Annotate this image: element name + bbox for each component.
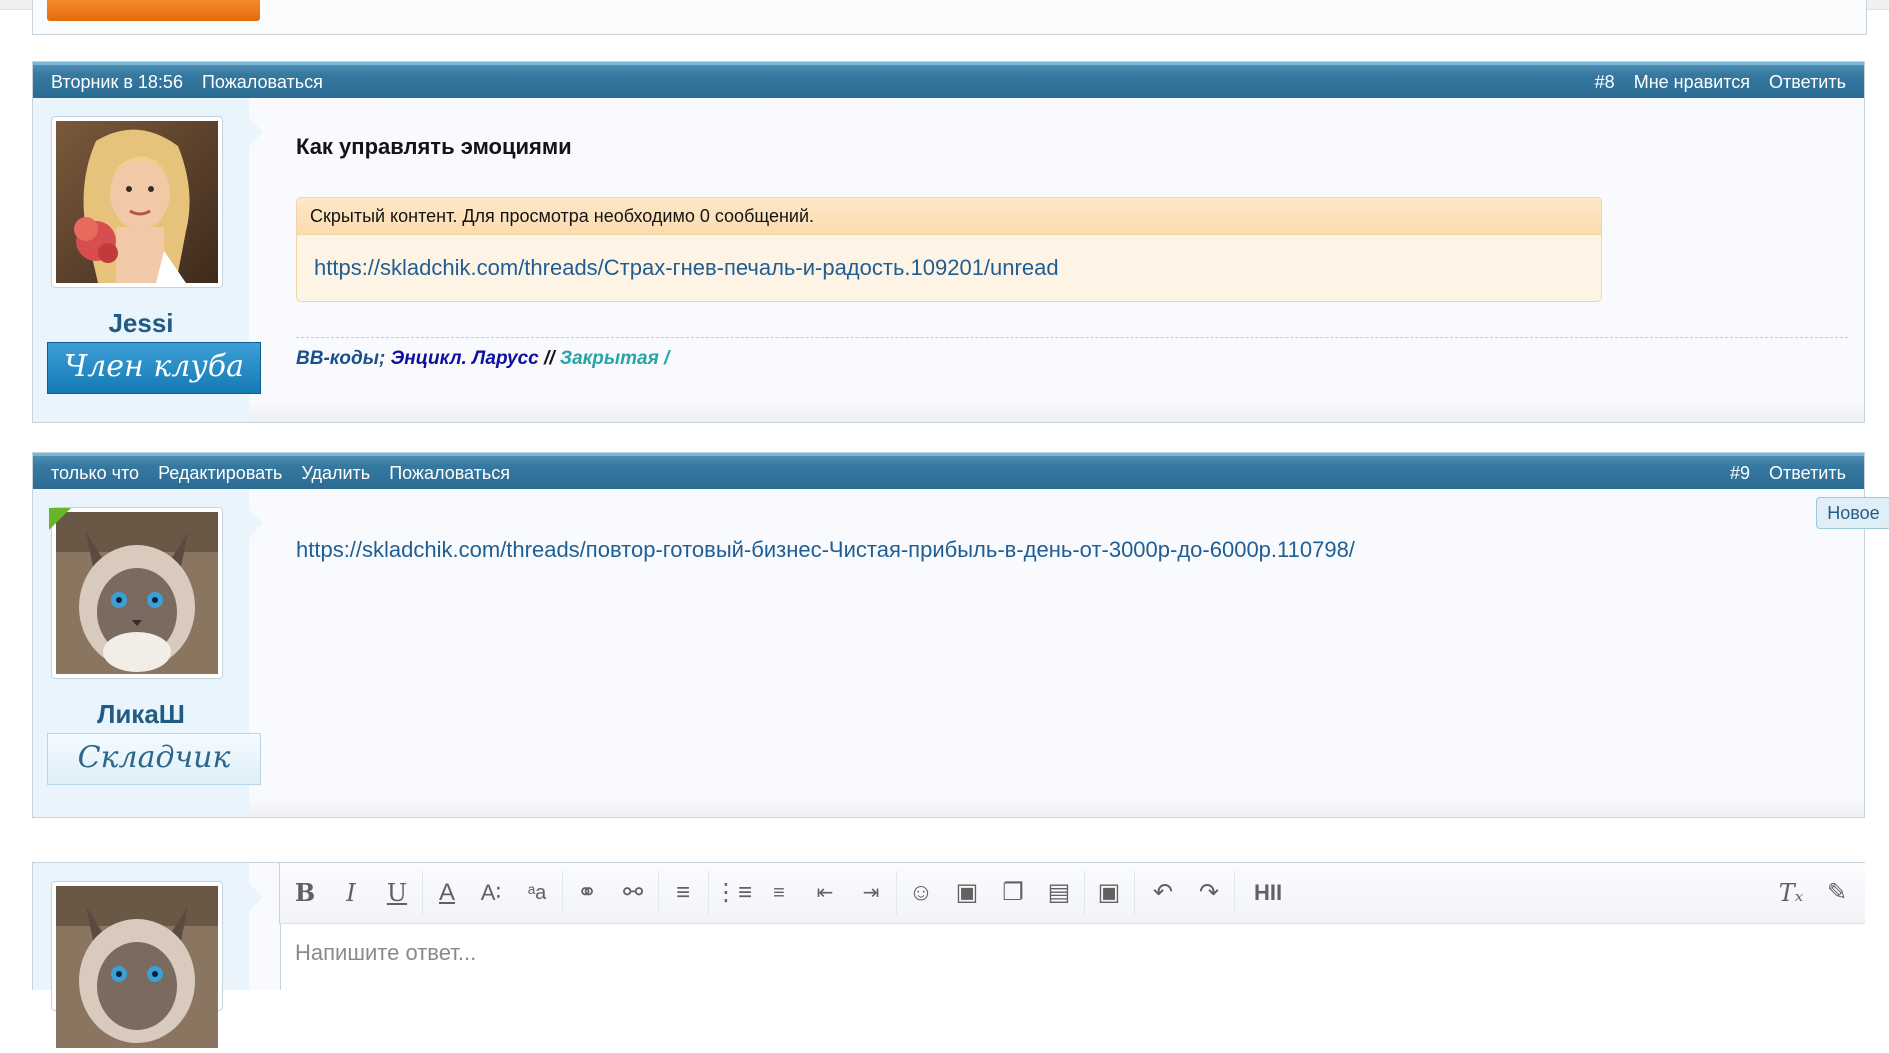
hidden-content-notice: Скрытый контент. Для просмотра необходим…	[297, 198, 1601, 235]
bullet-list-icon[interactable]: ⋮≡	[714, 873, 752, 913]
italic-icon[interactable]: I	[332, 873, 370, 913]
post-9-content: https://skladchik.com/threads/повтор-гот…	[296, 537, 1355, 563]
reply-link[interactable]: Ответить	[1769, 72, 1846, 92]
post-date[interactable]: только что	[51, 463, 139, 483]
post-9: только что Редактировать Удалить Пожалов…	[32, 452, 1865, 818]
toggle-bbcode-icon[interactable]: ✎	[1818, 873, 1856, 913]
font-size-icon[interactable]: A∶	[472, 873, 510, 913]
post-9-header: только что Редактировать Удалить Пожалов…	[33, 453, 1864, 489]
previous-post-bottom	[32, 0, 1867, 35]
quick-reply: B I U A A∶ ᵃa ⚭ ⚯ ≡ ⋮≡ ≡ ⇤ ⇥ ☺ ▣ ❐ ▤ ▣ ↶…	[32, 862, 1865, 1048]
report-link[interactable]: Пожаловаться	[389, 463, 510, 483]
numbered-list-icon[interactable]: ≡	[760, 873, 798, 913]
bold-icon[interactable]: B	[286, 873, 324, 913]
post-9-user-info: ЛикаШ Складчик	[33, 489, 263, 817]
signature-divider	[296, 337, 1848, 338]
hide-icon[interactable]: HII	[1240, 873, 1296, 913]
signature: BB-коды; Энцикл. Ларусс // Закрытая /	[296, 348, 669, 370]
avatar[interactable]	[51, 881, 223, 1048]
user-rank-banner: Член клуба	[47, 342, 261, 394]
username[interactable]: ЛикаШ	[33, 699, 249, 730]
like-link[interactable]: Мне нравится	[1634, 72, 1750, 92]
avatar[interactable]	[51, 116, 223, 288]
remove-format-icon[interactable]: Tₓ	[1772, 873, 1810, 913]
user-rank-banner: Складчик	[47, 733, 261, 785]
signature-bbcodes-link[interactable]: BB-коды;	[296, 348, 385, 369]
signature-separator: //	[544, 348, 555, 369]
font-family-icon[interactable]: ᵃa	[518, 873, 556, 913]
hidden-content-box: Скрытый контент. Для просмотра необходим…	[296, 197, 1602, 302]
post-8-content: Как управлять эмоциями	[296, 134, 572, 160]
post-number[interactable]: #8	[1595, 72, 1615, 92]
font-color-icon[interactable]: A	[428, 873, 466, 913]
new-post-badge: Новое	[1816, 497, 1889, 529]
hidden-content-link[interactable]: https://skladchik.com/threads/Страх-гнев…	[314, 255, 1059, 280]
delete-link[interactable]: Удалить	[301, 463, 370, 483]
media-icon[interactable]: ❐	[994, 873, 1032, 913]
signature-closed-link[interactable]: Закрытая /	[560, 348, 669, 369]
post-title: Как управлять эмоциями	[296, 134, 572, 159]
redo-icon[interactable]: ↷	[1190, 873, 1228, 913]
reply-placeholder: Напишите ответ...	[295, 940, 477, 965]
avatar-image-jessi	[56, 121, 218, 283]
editor-toolbar: B I U A A∶ ᵃa ⚭ ⚯ ≡ ⋮≡ ≡ ⇤ ⇥ ☺ ▣ ❐ ▤ ▣ ↶…	[279, 863, 1865, 924]
avatar-image-cat	[56, 512, 218, 674]
outdent-icon[interactable]: ⇤	[806, 873, 844, 913]
undo-icon[interactable]: ↶	[1144, 873, 1182, 913]
smilie-icon[interactable]: ☺	[902, 873, 940, 913]
unlink-icon[interactable]: ⚯	[614, 873, 652, 913]
image-icon[interactable]: ▣	[948, 873, 986, 913]
post-number[interactable]: #9	[1730, 463, 1750, 483]
online-indicator	[49, 508, 71, 530]
align-icon[interactable]: ≡	[664, 873, 702, 913]
signature-larousse-link[interactable]: Энцикл. Ларусс	[391, 348, 539, 369]
report-link[interactable]: Пожаловаться	[202, 72, 323, 92]
indent-icon[interactable]: ⇥	[852, 873, 890, 913]
reply-link[interactable]: Ответить	[1769, 463, 1846, 483]
quick-reply-user	[33, 863, 263, 1048]
quote-icon[interactable]: ▤	[1040, 873, 1078, 913]
previous-post-orange-button[interactable]	[47, 0, 260, 21]
post-date[interactable]: Вторник в 18:56	[51, 72, 183, 92]
post-8-header: Вторник в 18:56 Пожаловаться #8 Мне нрав…	[33, 62, 1864, 98]
post-8: Вторник в 18:56 Пожаловаться #8 Мне нрав…	[32, 61, 1865, 423]
link-icon[interactable]: ⚭	[568, 873, 606, 913]
underline-icon[interactable]: U	[378, 873, 416, 913]
reply-input[interactable]: Напишите ответ...	[280, 924, 1865, 990]
post-8-user-info: Jessi Член клуба	[33, 98, 263, 422]
avatar[interactable]	[51, 507, 223, 679]
edit-link[interactable]: Редактировать	[158, 463, 282, 483]
avatar-image-cat	[56, 886, 218, 1048]
username[interactable]: Jessi	[33, 308, 249, 339]
post-link[interactable]: https://skladchik.com/threads/повтор-гот…	[296, 537, 1355, 562]
save-draft-icon[interactable]: ▣	[1090, 873, 1128, 913]
